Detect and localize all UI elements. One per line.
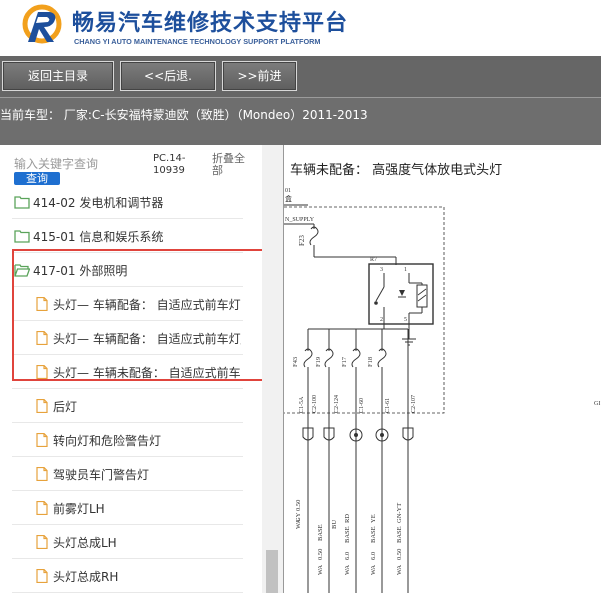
right-edge-label: GI bbox=[594, 401, 600, 407]
platform-logo-icon bbox=[22, 4, 62, 44]
connector-label-c2-100: C2-100 bbox=[312, 395, 318, 413]
diagram-corner-label-2: 盒 bbox=[285, 194, 292, 203]
wire-color-3: RD bbox=[344, 514, 351, 523]
wire-size-3: 6.0 bbox=[344, 552, 351, 560]
tree-item-label: 后灯 bbox=[53, 400, 78, 414]
document-icon bbox=[36, 501, 48, 515]
wire-color-1: GY bbox=[295, 512, 302, 522]
fuse-f19-label: F19 bbox=[315, 357, 322, 367]
app-header: 畅易汽车维修技术支持平台 CHANG YI AUTO MAINTENANCE T… bbox=[0, 0, 601, 56]
wire-color-5: GN-YT bbox=[396, 503, 403, 523]
tree-item-label: 驾驶员车门警告灯 bbox=[53, 468, 150, 482]
connector-label-c1-60: C1-60 bbox=[359, 398, 365, 413]
wire-size-1: 0.50 bbox=[295, 500, 302, 511]
tree-item-front-fog-lh[interactable]: 前雾灯LH bbox=[12, 491, 243, 525]
fuse-f23-label: F23 bbox=[298, 235, 306, 246]
wiring-diagram-panel: 01 盒 N_SUPPLY F23 R7 3 1 2 5 F43 F19 F17… bbox=[283, 145, 601, 593]
tree-item-label: 前雾灯LH bbox=[53, 502, 105, 516]
back-button[interactable]: <<后退. bbox=[120, 61, 216, 91]
tree-item-label: 头灯总成RH bbox=[53, 570, 119, 584]
tree-item-label: 头灯— 车辆配备： 自适应式前车灯/高强度气体放电式 bbox=[53, 332, 241, 346]
wire-size-5: 0.50 bbox=[396, 549, 403, 560]
connector-label-c1-61: C1-61 bbox=[385, 398, 391, 413]
sidebar: 414-02 发电机和调节器 415-01 信息和娱乐系统 417-01 外部照… bbox=[0, 145, 283, 593]
relay-pin-1: 1 bbox=[404, 267, 407, 273]
wire-color-4: YE bbox=[370, 514, 377, 523]
wire-tag-3: BASE bbox=[344, 526, 351, 543]
diagram-corner-label-1: 01 bbox=[285, 188, 291, 194]
document-icon bbox=[36, 467, 48, 481]
document-icon bbox=[36, 433, 48, 447]
document-icon bbox=[36, 399, 48, 413]
connector-label-c2-107: C2-107 bbox=[411, 395, 417, 413]
relay-pin-5: 5 bbox=[404, 317, 407, 323]
tree-item-headlamp-adaptive-strobe[interactable]: 头灯— 车辆配备： 自适应式前车灯, 频闪灯 bbox=[12, 287, 243, 321]
connector-pins bbox=[302, 427, 414, 442]
platform-title: 畅易汽车维修技术支持平台 bbox=[72, 11, 349, 36]
wire-color-2: BU bbox=[331, 520, 338, 529]
relay-pin-3: 3 bbox=[380, 267, 383, 273]
fuse-f43-label: F43 bbox=[292, 357, 299, 367]
relay-pin-2: 2 bbox=[380, 317, 383, 323]
tree-item-label: 415-01 信息和娱乐系统 bbox=[33, 230, 164, 244]
folder-icon bbox=[14, 230, 30, 243]
tree-item-417-01[interactable]: 417-01 外部照明 bbox=[12, 253, 243, 287]
document-icon bbox=[36, 569, 48, 583]
platform-subtitle: CHANG YI AUTO MAINTENANCE TECHNOLOGY SUP… bbox=[74, 37, 321, 46]
sidebar-scrollbar[interactable] bbox=[262, 145, 283, 593]
tree-item-headlamp-not-adaptive[interactable]: 头灯— 车辆未配备： 自适应式前车灯 bbox=[12, 355, 243, 389]
tree-item-415-01[interactable]: 415-01 信息和娱乐系统 bbox=[12, 219, 243, 253]
wire-tag-2: BASE bbox=[317, 524, 324, 541]
tree-item-label: 头灯— 车辆配备： 自适应式前车灯, 频闪灯 bbox=[53, 298, 241, 312]
tree-item-headlamp-assembly-rh[interactable]: 头灯总成RH bbox=[12, 559, 243, 593]
folder-icon bbox=[14, 196, 30, 209]
tree-item-driver-door-warning[interactable]: 驾驶员车门警告灯 bbox=[12, 457, 243, 491]
relay-r7-label: R7 bbox=[370, 257, 377, 263]
supply-label: N_SUPPLY bbox=[285, 217, 315, 223]
tree-item-label: 417-01 外部照明 bbox=[33, 264, 128, 278]
wire-type-4: WA bbox=[370, 565, 377, 575]
tree-item-label: 414-02 发电机和调节器 bbox=[33, 196, 164, 210]
tree-item-rear-lamps[interactable]: 后灯 bbox=[12, 389, 243, 423]
sidebar-scroll-thumb[interactable] bbox=[266, 550, 278, 593]
tree-item-label: 头灯总成LH bbox=[53, 536, 117, 550]
wire-type-2: WA bbox=[317, 565, 324, 575]
search-button[interactable]: 查询 bbox=[14, 172, 60, 185]
pc-code-label: PC.14-10939 bbox=[153, 153, 186, 176]
fuse-f17-label: F17 bbox=[341, 356, 348, 367]
diagram-title: 车辆未配备： 高强度气体放电式头灯 bbox=[290, 163, 503, 178]
tree-item-label: 头灯— 车辆未配备： 自适应式前车灯 bbox=[53, 366, 241, 380]
tree-item-label: 转向灯和危险警告灯 bbox=[53, 434, 162, 448]
tree-item-headlamp-adaptive-hid[interactable]: 头灯— 车辆配备： 自适应式前车灯/高强度气体放电式 bbox=[12, 321, 243, 355]
folder-open-icon bbox=[14, 264, 30, 277]
wire-size-2: 0.50 bbox=[317, 549, 324, 560]
wire-type-5: WA bbox=[396, 565, 403, 575]
wiring-diagram: 01 盒 N_SUPPLY F23 R7 3 1 2 5 F43 F19 F17… bbox=[284, 188, 600, 593]
document-icon bbox=[36, 365, 48, 379]
current-vehicle-text: 当前车型： 厂家:C-长安福特蒙迪欧（致胜）（Mondeo）2011-2013 bbox=[0, 108, 368, 122]
connector-label-c2-124: C2-124 bbox=[334, 395, 340, 413]
tree-item-headlamp-assembly-lh[interactable]: 头灯总成LH bbox=[12, 525, 243, 559]
document-icon bbox=[36, 535, 48, 549]
wire-tag-4: BASE bbox=[370, 526, 377, 543]
connector-label-c1-5a: C1-5A bbox=[299, 396, 305, 413]
wire-tag-5: BASE bbox=[396, 526, 403, 543]
collapse-all-link[interactable]: 折叠全部 bbox=[212, 153, 252, 177]
search-area: 查询 PC.14-10939 折叠全部 bbox=[0, 145, 262, 191]
tree-item-turn-hazard[interactable]: 转向灯和危险警告灯 bbox=[12, 423, 243, 457]
navigation-toolbar: 返回主目录 <<后退. >>前进 bbox=[0, 56, 601, 97]
fuse-column-f43: F43 bbox=[292, 329, 313, 593]
wire-type-3: WA bbox=[344, 565, 351, 575]
search-input[interactable] bbox=[14, 155, 148, 173]
wire-size-4: 6.0 bbox=[370, 552, 377, 560]
home-button[interactable]: 返回主目录 bbox=[2, 61, 114, 91]
forward-button[interactable]: >>前进 bbox=[222, 61, 297, 91]
current-vehicle-bar: 当前车型： 厂家:C-长安福特蒙迪欧（致胜）（Mondeo）2011-2013 bbox=[0, 97, 601, 145]
fuse-f18-label: F18 bbox=[367, 357, 374, 367]
document-icon bbox=[36, 331, 48, 345]
document-icon bbox=[36, 297, 48, 311]
